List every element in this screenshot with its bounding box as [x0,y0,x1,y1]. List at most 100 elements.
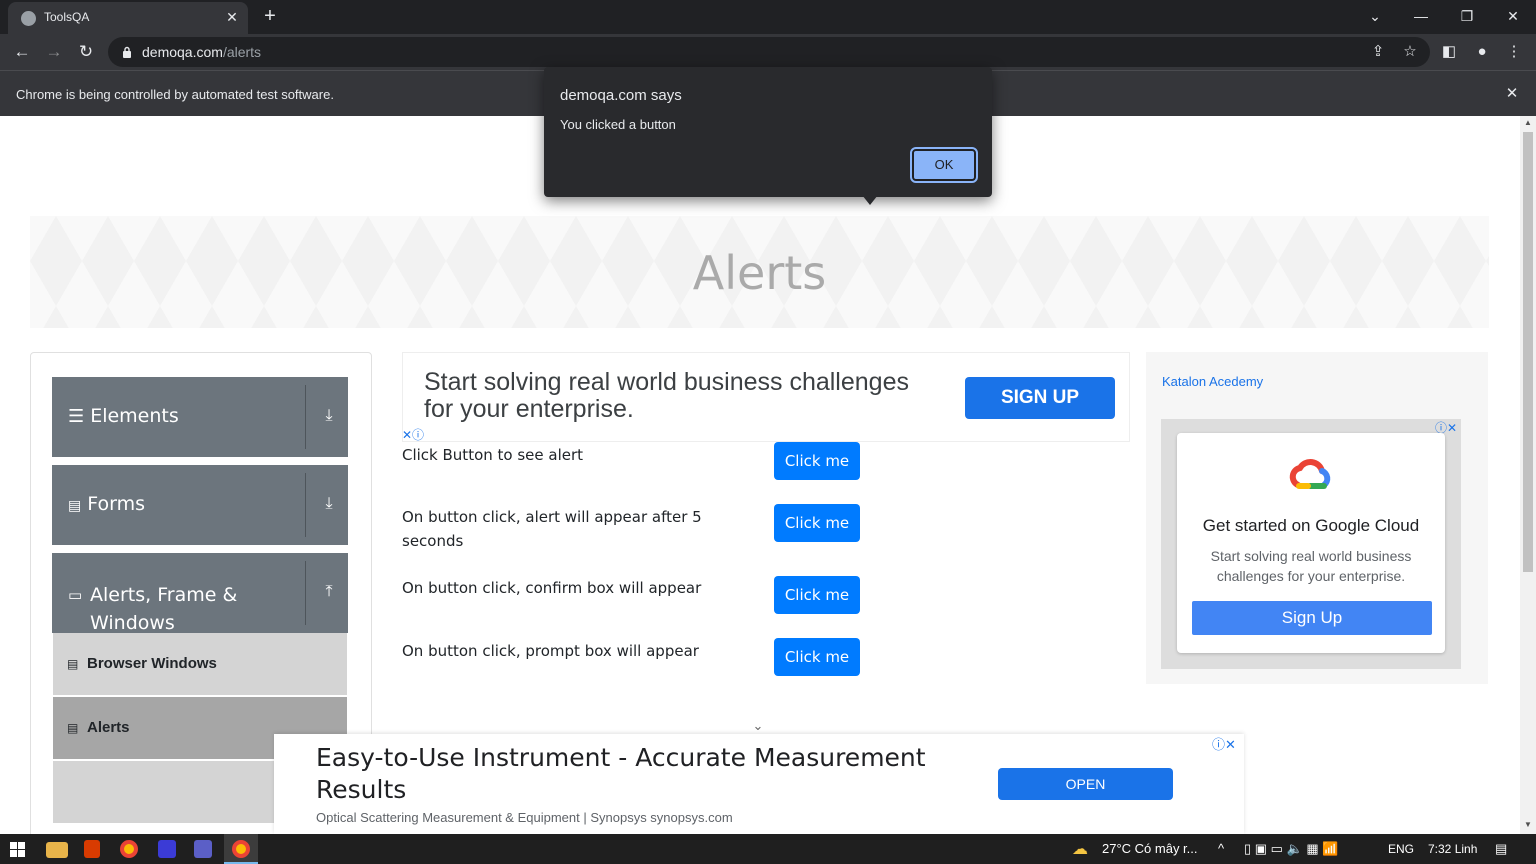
lock-icon [123,46,131,58]
forward-icon[interactable]: → [42,40,66,64]
office-icon[interactable] [84,840,100,858]
sidebar-group-alerts-frame-windows[interactable]: ▭ Alerts, Frame & Windows ⤒ [52,553,348,634]
ad-choices-icon[interactable]: ⓘ✕ [1212,734,1236,753]
infobar-text: Chrome is being controlled by automated … [16,87,334,102]
sidebar-item-browser-windows[interactable]: ▤ Browser Windows [53,633,347,695]
google-cloud-ad[interactable]: ⓘ✕ Get started on Google Cloud Start sol… [1161,419,1461,669]
browser-toolbar: ← → ↻ demoqa.com/alerts ⇪ ☆ ◧ ● ⋮ [0,34,1536,70]
prompt-row-label: On button click, prompt box will appear [402,642,699,660]
group-divider [305,385,306,449]
windows-taskbar: ☁ 27°C Có mây r... ^ ▯ ▣ ▭ 🔈 ▦ 📶 ENG 7:3… [0,834,1536,864]
weather-text[interactable]: 27°C Có mây r... [1102,841,1198,856]
infobar-close-icon[interactable]: ✕ [1502,84,1522,104]
ad-choices-icon[interactable]: ✕ⓘ [402,426,436,442]
document-icon: ▤ [68,498,82,514]
tab-close-icon[interactable]: ✕ [224,7,240,27]
page-content: Alerts ☰ Elements ⤓ ▤ Forms ⤓ ▭ Alerts, … [0,116,1520,834]
page-title: Alerts [692,246,827,300]
group-divider [305,473,306,537]
sidebar-group-forms[interactable]: ▤ Forms ⤓ [52,465,348,545]
chrome-icon [232,840,250,858]
ad-open-button[interactable]: OPEN [998,768,1173,800]
list-icon: ▤ [67,721,79,735]
sidebar-group-label: ▤ Forms [68,493,145,515]
top-advertisement[interactable]: Start solving real world business challe… [402,352,1130,442]
ad-headline: Start solving real world business challe… [424,368,909,423]
download-arrow-icon[interactable]: ⤓ [314,407,344,431]
window-close-icon[interactable]: ✕ [1501,5,1525,27]
url-host: demoqa.com [142,44,223,60]
prompt-button[interactable]: Click me [774,638,860,676]
weather-icon[interactable]: ☁ [1072,839,1088,859]
intellij-icon[interactable] [158,840,176,858]
page-banner: Alerts [30,216,1489,328]
katalon-ad-link[interactable]: Katalon Acedemy [1162,374,1263,389]
favicon-icon [21,11,36,26]
ad-subtitle: Start solving real world business challe… [1210,548,1412,584]
restore-icon[interactable]: ❐ [1455,5,1479,27]
back-icon[interactable]: ← [10,40,34,64]
side-panel-icon[interactable]: ◧ [1437,40,1461,64]
collapse-chevron-icon[interactable]: ⌄ [749,718,767,733]
menu-icon[interactable]: ⋮ [1502,40,1526,64]
sidebar-group-label: ▭ Alerts, Frame & Windows [68,581,288,637]
browser-tab[interactable]: ToolsQA ✕ [8,2,248,34]
tab-title: ToolsQA [44,10,90,24]
minimize-icon[interactable]: — [1409,5,1433,27]
group-divider [305,561,306,625]
scroll-up-icon[interactable]: ▲ [1523,118,1533,128]
windows-start-icon[interactable] [10,842,25,857]
new-tab-button[interactable]: + [260,5,280,27]
download-arrow-icon[interactable]: ⤓ [314,495,344,519]
alert-row-label: Click Button to see alert [402,446,584,464]
clock[interactable]: 7:32 Linh [1428,842,1477,856]
notification-icon[interactable]: ▤ [1495,841,1507,857]
sidebar-group-label: ☰ Elements [68,405,179,427]
bookmark-star-icon[interactable]: ☆ [1398,40,1422,64]
confirm-row-label: On button click, confirm box will appear [402,579,702,597]
teams-icon[interactable] [194,840,212,858]
sidebar-group-elements[interactable]: ☰ Elements ⤓ [52,377,348,457]
bottom-advertisement[interactable]: Easy-to-Use Instrument - Accurate Measur… [274,734,1244,834]
file-explorer-icon[interactable] [46,842,68,858]
hamburger-icon: ☰ [68,406,85,427]
ad-subtitle: Optical Scattering Measurement & Equipme… [316,810,733,825]
alert-dialog: demoqa.com says You clicked a button OK [544,67,992,197]
page-scrollbar[interactable]: ▲ ▼ [1520,116,1536,834]
tab-search-icon[interactable]: ⌄ [1363,5,1387,27]
ad-signup-button[interactable]: Sign Up [1192,601,1432,635]
tab-strip: ToolsQA ✕ + ⌄ — ❐ ✕ [0,0,1536,34]
url-text: demoqa.com/alerts [142,44,261,60]
alert-button[interactable]: Click me [774,442,860,480]
active-chrome-taskbar[interactable] [224,834,258,864]
profile-icon[interactable]: ● [1470,40,1494,64]
window-icon: ▭ [68,586,83,604]
ad-title: Easy-to-Use Instrument - Accurate Measur… [316,743,926,804]
ad-title: Get started on Google Cloud [1202,516,1420,535]
alert-ok-button[interactable]: OK [910,147,978,183]
sidebar-item-label: Alerts [87,719,130,736]
alert-title: demoqa.com says [560,87,682,104]
address-bar[interactable]: demoqa.com/alerts ⇪ ☆ [108,37,1430,67]
sidebar-item-label: Browser Windows [87,655,217,672]
right-advertisement: Katalon Acedemy ⓘ✕ Get started on Google… [1146,352,1488,684]
confirm-button[interactable]: Click me [774,576,860,614]
reload-icon[interactable]: ↻ [74,40,98,64]
group-label-text: Elements [90,405,179,427]
alert-pointer [862,195,878,205]
tray-icons[interactable]: ▯ ▣ ▭ 🔈 ▦ 📶 [1244,841,1338,857]
scroll-down-icon[interactable]: ▼ [1523,820,1533,830]
scroll-thumb[interactable] [1523,132,1533,572]
timer-alert-button[interactable]: Click me [774,504,860,542]
chrome-icon[interactable] [120,840,138,858]
alert-message: You clicked a button [560,117,676,132]
list-icon: ▤ [67,657,79,671]
tray-expand-icon[interactable]: ^ [1218,841,1224,856]
language-indicator[interactable]: ENG [1388,842,1414,856]
url-path: /alerts [222,44,262,60]
google-cloud-logo-icon [1289,459,1331,489]
upload-arrow-icon[interactable]: ⤒ [314,583,344,607]
group-label-text: Forms [87,493,146,515]
share-icon[interactable]: ⇪ [1366,40,1390,64]
ad-signup-button[interactable]: SIGN UP [965,377,1115,419]
